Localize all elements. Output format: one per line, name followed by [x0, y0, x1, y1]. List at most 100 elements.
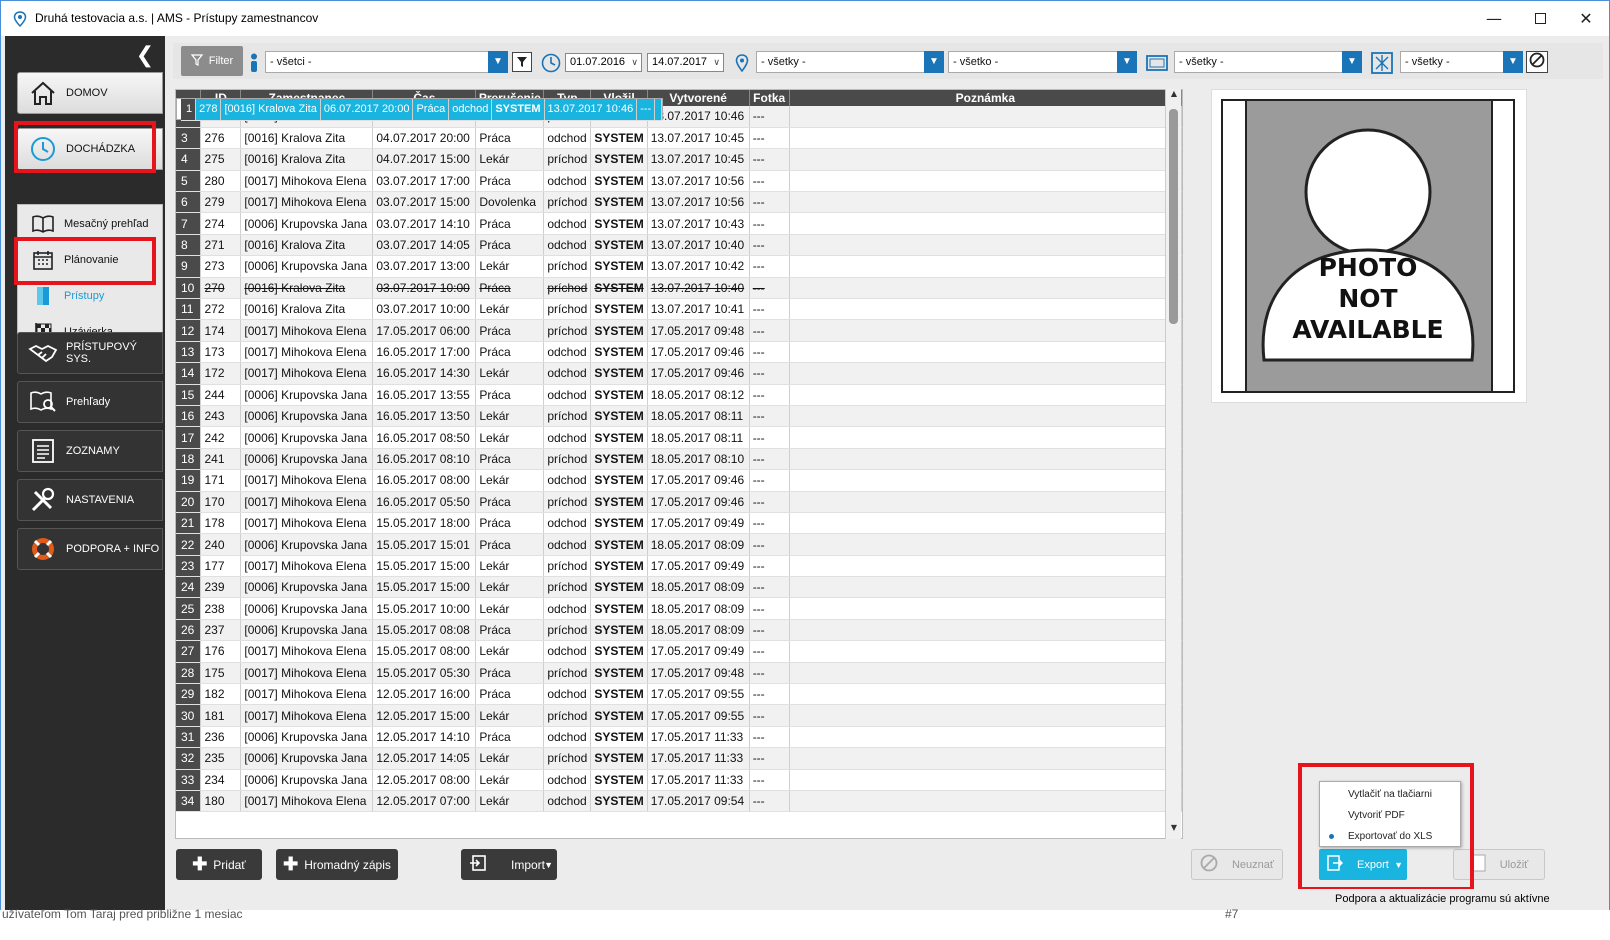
maximize-button[interactable] [1517, 1, 1563, 36]
table-row[interactable]: 23 177 [0017] Mihokova Elena 15.05.2017 15:… [176, 555, 1182, 578]
table-row[interactable]: 31 236 [0006] Krupovska Jana 12.05.2017 14:… [176, 726, 1182, 749]
table-row[interactable]: 10 270 [0016] Kralova Zita 03.07.2017 10:00… [176, 277, 1182, 300]
app-window: Druhá testovacia a.s. | AMS - Prístupy z… [0, 0, 1610, 940]
table-row[interactable]: 20 170 [0017] Mihokova Elena 16.05.2017 05:… [176, 491, 1182, 513]
cell-id: 172 [200, 362, 242, 385]
cell-created: 17.05.2017 09:55 [647, 704, 750, 727]
row-number: 23 [176, 555, 202, 578]
cell-interruption: Práca [475, 127, 545, 150]
chevron-down-icon: ∨ [631, 57, 638, 67]
table-row[interactable]: 27 176 [0017] Mihokova Elena 15.05.2017 08:… [176, 640, 1182, 663]
table-row[interactable]: 30 181 [0017] Mihokova Elena 12.05.2017 15:… [176, 704, 1182, 727]
nav-domov[interactable]: DOMOV [17, 72, 163, 114]
table-row[interactable]: 22 240 [0006] Krupovska Jana 15.05.2017 15:… [176, 533, 1182, 556]
cell-type: príchod [543, 491, 592, 513]
add-button[interactable]: ✚ Pridať [176, 849, 262, 880]
cell-id: 181 [200, 704, 242, 727]
bulk-entry-button[interactable]: ✚ Hromadný zápis [276, 849, 398, 880]
nav-zoznamy[interactable]: ZOZNAMY [17, 430, 163, 472]
table-row[interactable]: 17 242 [0006] Krupovska Jana 16.05.2017 08:… [176, 426, 1182, 449]
table-row[interactable]: 18 241 [0006] Krupovska Jana 16.05.2017 08:… [176, 448, 1182, 471]
cell-employee: [0016] Kralova Zita [240, 148, 374, 171]
cell-created: 13.07.2017 10:41 [647, 298, 750, 321]
row-number: 7 [176, 212, 202, 235]
cell-employee: [0017] Mihokova Elena [240, 555, 374, 578]
cell-id: 182 [200, 683, 242, 706]
nav-pristupovy-sys[interactable]: PRÍSTUPOVÝ SYS. [17, 332, 163, 374]
location-select[interactable]: - všetky - ▼ [756, 51, 944, 73]
table-row[interactable]: 32 235 [0006] Krupovska Jana 12.05.2017 14:… [176, 747, 1182, 770]
import-button[interactable]: Import ▼ [461, 849, 557, 880]
cell-note [789, 298, 1182, 321]
column-header[interactable]: Poznámka [789, 90, 1182, 106]
table-row[interactable]: 8 271 [0016] Kralova Zita 03.07.2017 14:05 P… [176, 234, 1182, 257]
row-number: 9 [176, 255, 202, 278]
filter-icon-button[interactable] [512, 52, 532, 72]
table-row[interactable]: 5 280 [0017] Mihokova Elena 03.07.2017 17:0… [176, 170, 1182, 193]
table-row[interactable]: 33 234 [0006] Krupovska Jana 12.05.2017 08:… [176, 769, 1182, 792]
date-from-picker[interactable]: 01.07.2016 ∨ [565, 53, 642, 72]
table-row[interactable]: 1 278 [0016] Kralova Zita 06.07.2017 20:00 P… [176, 98, 664, 121]
cell-created: 17.05.2017 09:46 [647, 341, 750, 364]
cell-interruption: Práca [475, 512, 545, 535]
table-row[interactable]: 15 244 [0006] Krupovska Jana 16.05.2017 13:… [176, 384, 1182, 406]
reader-select[interactable]: - všetky - ▼ [1400, 51, 1523, 73]
cell-time: 04.07.2017 20:00 [372, 127, 477, 150]
table-row[interactable]: 21 178 [0017] Mihokova Elena 15.05.2017 18:… [176, 512, 1182, 535]
column-header[interactable]: Fotka [749, 90, 790, 106]
filter-button[interactable]: Filter [181, 46, 243, 76]
highlight-export [1298, 763, 1474, 891]
collapse-sidebar-button[interactable]: ❮ [133, 44, 157, 68]
cell-photo: --- [749, 277, 790, 300]
scroll-thumb[interactable] [1169, 109, 1178, 324]
cell-created: 17.05.2017 11:33 [647, 726, 750, 749]
cell-type: odchod [543, 769, 592, 792]
nav-nastavenia[interactable]: NASTAVENIA [17, 479, 163, 521]
close-button[interactable]: ✕ [1563, 1, 1609, 36]
cell-photo: --- [749, 704, 790, 727]
cell-photo: --- [749, 212, 790, 235]
date-to-picker[interactable]: 14.07.2017 ∨ [647, 53, 724, 72]
table-row[interactable]: 3 276 [0016] Kralova Zita 04.07.2017 20:00 P… [176, 127, 1182, 150]
cell-interruption: Práca [475, 319, 545, 342]
table-scrollbar[interactable]: ▲ ▼ [1165, 89, 1181, 839]
cell-note [789, 491, 1182, 513]
nav-prehlady[interactable]: Prehľady [17, 381, 163, 423]
cell-created: 18.05.2017 08:12 [647, 384, 750, 406]
cell-note [789, 683, 1182, 706]
table-row[interactable]: 34 180 [0017] Mihokova Elena 12.05.2017 07:… [176, 790, 1182, 813]
scroll-down-icon[interactable]: ▼ [1166, 823, 1182, 837]
table-row[interactable]: 7 274 [0006] Krupovska Jana 03.07.2017 14:1… [176, 212, 1182, 235]
table-row[interactable]: 12 174 [0017] Mihokova Elena 17.05.2017 06:… [176, 319, 1182, 342]
table-row[interactable]: 9 273 [0006] Krupovska Jana 03.07.2017 13:0… [176, 255, 1182, 278]
row-number: 11 [176, 298, 202, 321]
category-select[interactable]: - všetko - ▼ [948, 51, 1137, 73]
table-row[interactable]: 11 272 [0016] Kralova Zita 03.07.2017 10:00… [176, 298, 1182, 321]
table-row[interactable]: 28 175 [0017] Mihokova Elena 15.05.2017 05:… [176, 662, 1182, 685]
cell-time: 03.07.2017 17:00 [372, 170, 477, 193]
cell-id: 272 [200, 298, 242, 321]
reject-button[interactable]: Neuznať [1191, 849, 1283, 880]
table-row[interactable]: 29 182 [0017] Mihokova Elena 12.05.2017 16:… [176, 683, 1182, 706]
terminal-select[interactable]: - všetky - ▼ [1174, 51, 1362, 73]
scroll-up-icon[interactable]: ▲ [1166, 89, 1182, 103]
location-pin-icon [13, 11, 29, 28]
table-row[interactable]: 13 173 [0017] Mihokova Elena 16.05.2017 17:… [176, 341, 1182, 364]
table-row[interactable]: 26 237 [0006] Krupovska Jana 15.05.2017 08:… [176, 619, 1182, 642]
table-row[interactable]: 4 275 [0016] Kralova Zita 04.07.2017 15:00 L… [176, 148, 1182, 171]
clear-filter-button[interactable] [1526, 51, 1548, 73]
table-row[interactable]: 24 239 [0006] Krupovska Jana 15.05.2017 15:… [176, 576, 1182, 599]
table-row[interactable]: 19 171 [0017] Mihokova Elena 16.05.2017 08:… [176, 469, 1182, 492]
table-row[interactable]: 6 279 [0017] Mihokova Elena 03.07.2017 15:0… [176, 191, 1182, 214]
subnav-mesacny-prehlad[interactable]: Mesačný prehľad [18, 207, 164, 241]
employee-select[interactable]: - všetci - ▼ [265, 51, 508, 73]
table-row[interactable]: 16 243 [0006] Krupovska Jana 16.05.2017 13:… [176, 405, 1182, 428]
plus-icon: ✚ [283, 854, 299, 874]
cell-id: 237 [200, 619, 242, 642]
nav-podpora-info[interactable]: PODPORA + INFO [17, 528, 163, 570]
cell-interruption: Lekár [475, 469, 545, 492]
save-label: Uložiť [1499, 858, 1529, 871]
table-row[interactable]: 25 238 [0006] Krupovska Jana 15.05.2017 10:… [176, 597, 1182, 620]
table-row[interactable]: 14 172 [0017] Mihokova Elena 16.05.2017 14:… [176, 362, 1182, 385]
minimize-button[interactable]: — [1471, 1, 1517, 36]
